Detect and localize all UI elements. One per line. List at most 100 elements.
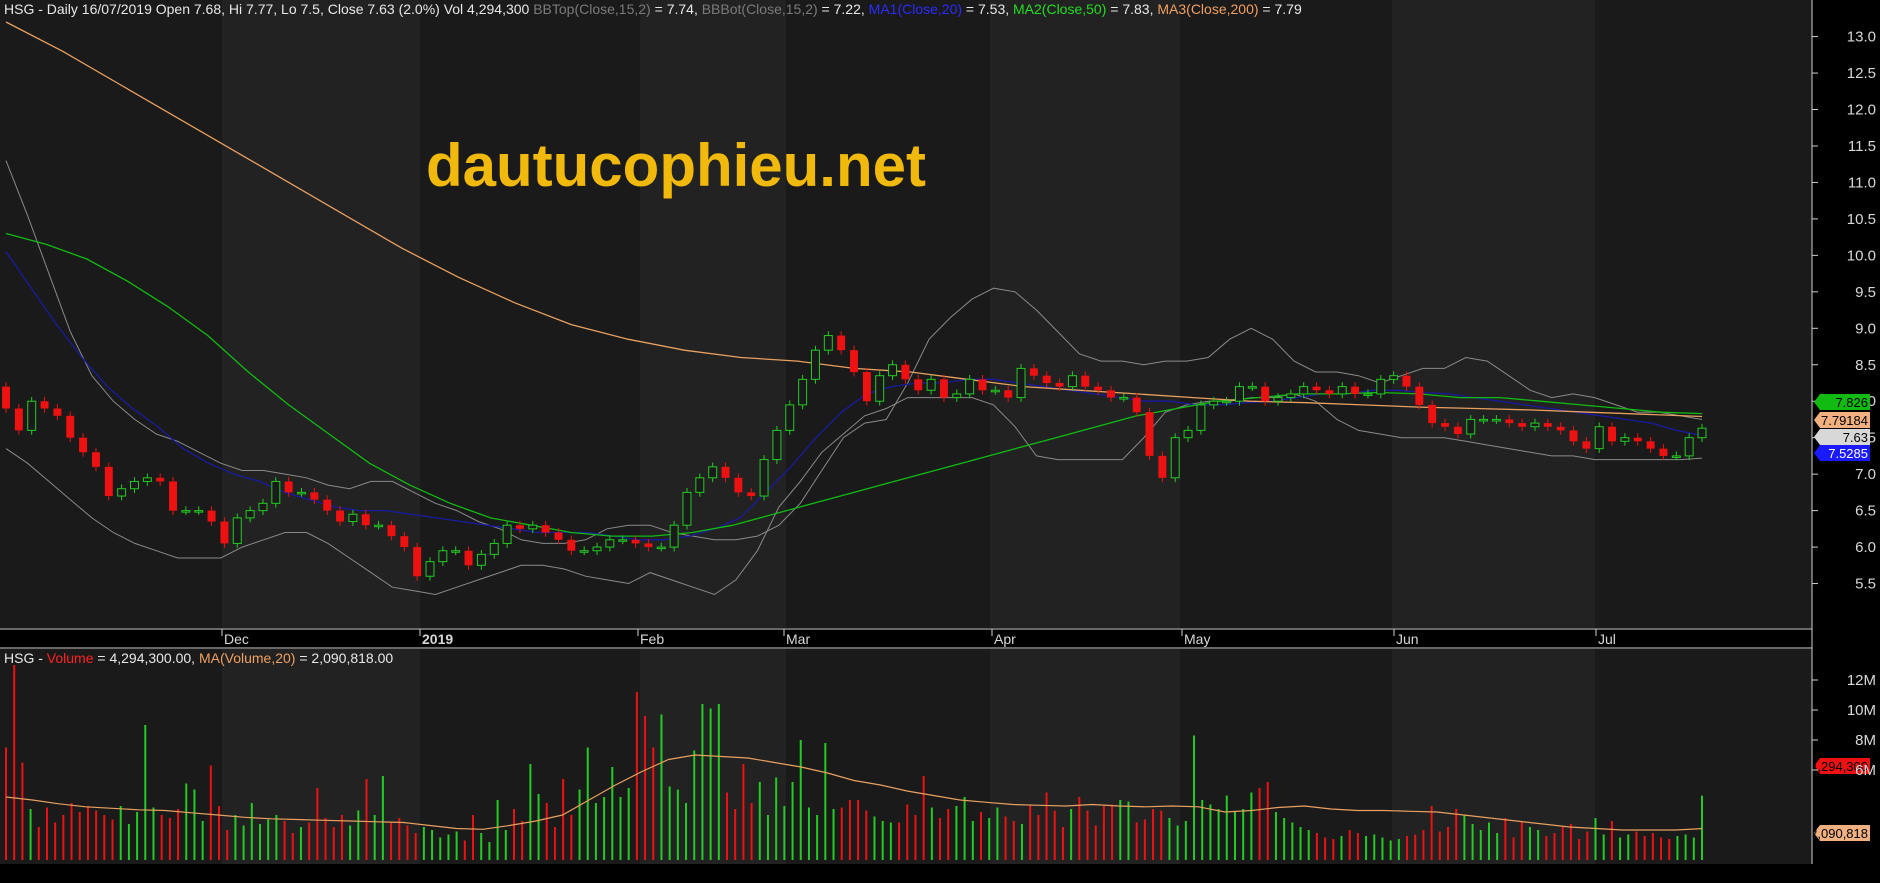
candle [27, 396, 37, 435]
tag-label: 7.826 [1835, 395, 1868, 410]
volume-bar [1168, 818, 1171, 860]
volume-bar [1315, 833, 1318, 860]
volume-bar [21, 762, 24, 860]
volume-bar [1471, 824, 1474, 860]
volume-bar [668, 786, 671, 860]
volume-bar [1660, 837, 1663, 860]
candle [772, 426, 782, 464]
volume-bar [242, 825, 245, 860]
volume-bar [1356, 833, 1359, 860]
month-label: Jul [1598, 631, 1616, 647]
candle [1684, 433, 1694, 461]
price-tick-label: 6.5 [1855, 503, 1876, 520]
svg-text:HSG - Volume = 4,294,300.00, M: HSG - Volume = 4,294,300.00, MA(Volume,2… [4, 650, 393, 666]
chart-svg[interactable]: dautucophieu.net HSG - Daily 16/07/2019 … [0, 0, 1880, 878]
volume-bar [963, 797, 966, 860]
tag-label: 7.79184 [1821, 413, 1868, 428]
volume-bar [127, 824, 130, 860]
volume-bar [431, 830, 434, 860]
volume-bar [1455, 809, 1458, 860]
volume-bar [1627, 834, 1630, 860]
volume-bar [1283, 818, 1286, 860]
tag-ma3: 7.79184 [1814, 412, 1870, 428]
volume-bar [865, 810, 868, 860]
volume-bar [1381, 837, 1384, 860]
volume-bar [496, 800, 499, 860]
legend-ma2-value: = 7.83, [1106, 1, 1153, 17]
volume-bar [660, 714, 663, 860]
volume-bar [1053, 810, 1056, 860]
volume-bar [1397, 839, 1400, 860]
volume-bar [1143, 819, 1146, 860]
volume-bar [1152, 809, 1155, 860]
volume-bar [750, 803, 753, 860]
volume-bar [766, 815, 769, 860]
volume-bar [1692, 837, 1695, 860]
price-tick-label: 12.5 [1847, 65, 1876, 82]
volume-bar [308, 822, 311, 860]
month-label: Apr [994, 631, 1016, 647]
volume-bar [1365, 836, 1368, 860]
volume-bar [758, 782, 761, 860]
price-tick-label: 9.0 [1855, 320, 1876, 337]
price-tick-label: 13.0 [1847, 29, 1876, 46]
volume-tick-label: 10M [1847, 702, 1876, 719]
candle [862, 367, 871, 406]
volume-bar [1291, 822, 1294, 860]
volume-bar [111, 819, 114, 860]
volume-bar [939, 818, 942, 860]
volume-bar [1176, 825, 1179, 860]
volume-legend: HSG - Volume = 4,294,300.00, MA(Volume,2… [4, 650, 393, 666]
candle [1594, 422, 1604, 453]
volume-bar [152, 807, 155, 860]
volume-bar [709, 708, 712, 860]
volume-bar [324, 818, 327, 860]
price-pane[interactable]: dautucophieu.net HSG - Daily 16/07/2019 … [0, 0, 1812, 628]
price-tick-label: 11.5 [1848, 138, 1876, 155]
volume-bar [996, 807, 999, 860]
volume-bar [971, 821, 974, 860]
stock-chart[interactable]: dautucophieu.net HSG - Daily 16/07/2019 … [0, 0, 1880, 878]
volume-bar [1086, 810, 1089, 860]
volume-bar [185, 783, 188, 860]
volume-bar [594, 803, 597, 860]
volume-bar [1250, 792, 1253, 860]
volume-bar [1528, 827, 1531, 860]
candle [1196, 400, 1206, 435]
volume-bar [1373, 834, 1376, 860]
volume-bar [340, 815, 343, 860]
volume-bar [881, 821, 884, 860]
volume-bar [930, 807, 933, 860]
volume-bar [947, 809, 950, 860]
volume-bar [1242, 809, 1245, 860]
volume-bar [13, 665, 16, 860]
volume-bar [1209, 804, 1212, 860]
candle [2, 382, 10, 413]
legend-bbbot: BBBot(Close,15,2) [698, 1, 818, 17]
price-tick-label: 10.0 [1847, 247, 1876, 264]
volume-bar [177, 809, 180, 860]
volume-bar [209, 765, 212, 860]
volume-pane[interactable]: HSG - Volume = 4,294,300.00, MA(Volume,2… [0, 649, 1812, 864]
volume-bar [553, 827, 556, 860]
volume-bar [1266, 782, 1269, 860]
price-tick-label: 11.0 [1848, 174, 1876, 191]
volume-bar [275, 815, 278, 860]
volume-bar [472, 815, 475, 860]
volume-bar [201, 821, 204, 860]
volume-bar [357, 810, 360, 860]
volume-bar [1045, 792, 1048, 860]
volume-bar [701, 704, 704, 860]
volume-bar [1340, 836, 1343, 860]
volume-bar [1119, 800, 1122, 860]
volume-bar [95, 810, 98, 860]
candle [169, 477, 178, 515]
volume-bar [1324, 837, 1327, 860]
volume-tick-label: 12M [1847, 672, 1876, 689]
volume-bar [1332, 839, 1335, 860]
volume-bar [1619, 837, 1622, 860]
volume-bar [1201, 800, 1204, 860]
volume-bar [955, 806, 958, 860]
legend-bbtop: BBTop(Close,15,2) [529, 1, 650, 17]
volume-bar [545, 803, 548, 860]
